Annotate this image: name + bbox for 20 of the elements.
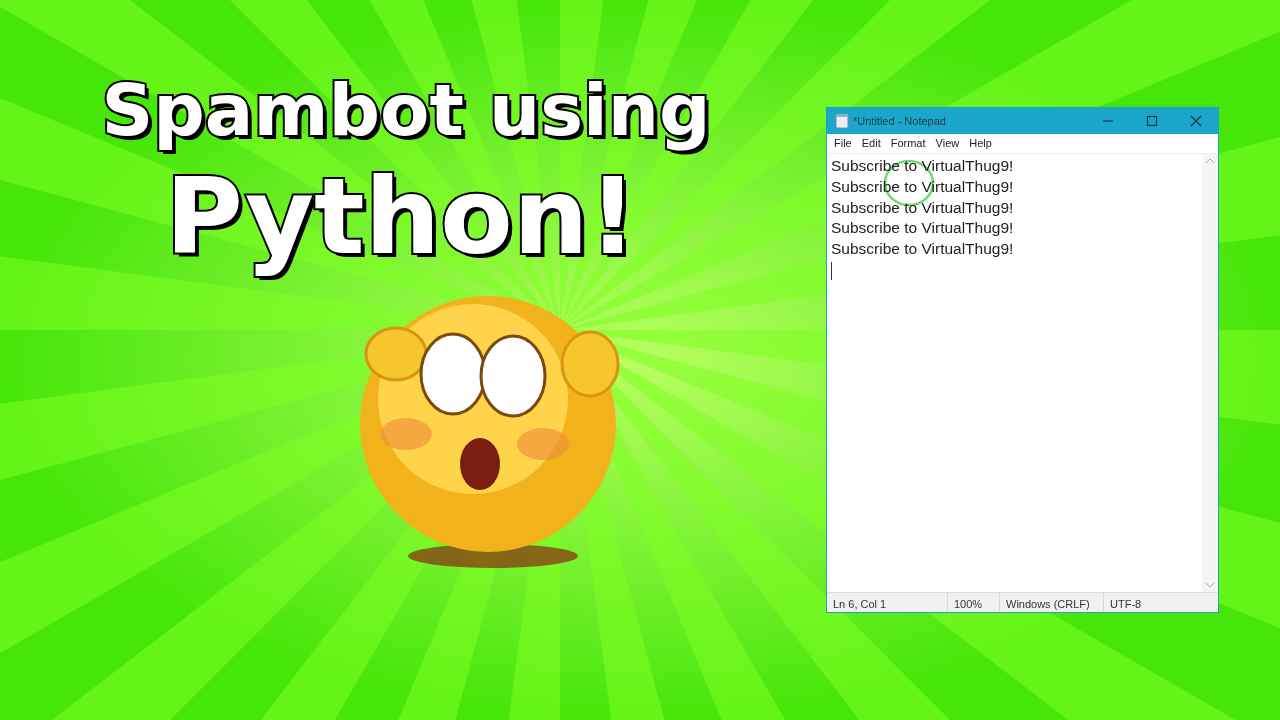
text-cursor [831, 262, 832, 280]
window-title: *Untitled - Notepad [853, 113, 947, 129]
text-line: Subscribe to VirtualThug9! [831, 239, 1015, 260]
scroll-up-icon[interactable] [1206, 158, 1214, 163]
text-line: Subscribe to VirtualThug9! [831, 218, 1015, 239]
menu-item[interactable]: File [829, 135, 857, 152]
close-icon [1190, 115, 1202, 127]
status-text: 100% [947, 593, 999, 612]
status-text: Ln 6, Col 1 [832, 597, 888, 612]
status-text: Windows (CRLF) [999, 593, 1103, 612]
notepad-icon [835, 113, 849, 129]
headline-text: Spambot using [100, 70, 712, 154]
menu-item[interactable]: Edit [856, 135, 886, 152]
menu-item[interactable]: Format [885, 135, 931, 152]
status-text: UTF-8 [1103, 593, 1213, 612]
maximize-icon [1146, 115, 1158, 127]
menu-item[interactable]: Help [964, 135, 997, 152]
scroll-down-icon[interactable] [1206, 583, 1214, 588]
headline-text: Python! [164, 160, 638, 280]
menu-item[interactable]: View [930, 135, 965, 152]
